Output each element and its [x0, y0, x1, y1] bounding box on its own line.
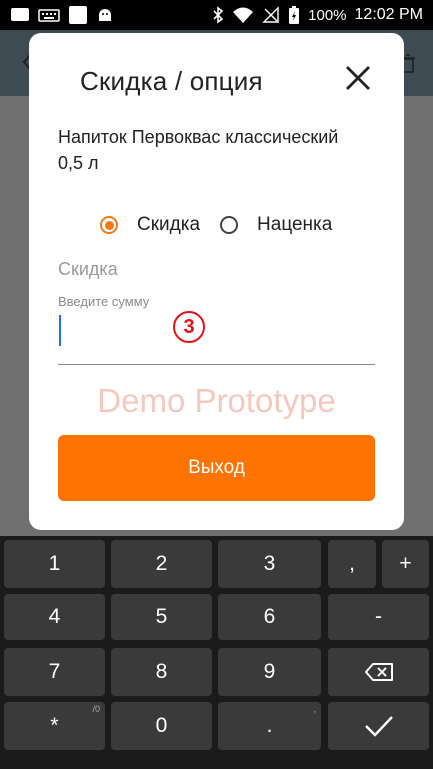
key-5[interactable]: 5 [111, 594, 212, 640]
radio-checked-icon [100, 216, 118, 234]
clock: 12:02 PM [354, 6, 423, 23]
text-caret [59, 315, 61, 346]
key-asterisk[interactable]: * /0 [4, 702, 105, 750]
exit-button[interactable]: Выход [58, 435, 375, 501]
amount-hint: Введите сумму [58, 294, 150, 309]
battery-percent: 100% [308, 6, 347, 24]
product-name: Напиток Первоквас классический 0,5 л [58, 127, 339, 173]
android-icon [99, 9, 111, 21]
key-asterisk-sublabel: /0 [92, 704, 100, 714]
status-bar: 100% 12:02 PM [0, 0, 433, 30]
key-6[interactable]: 6 [218, 594, 321, 640]
input-underline [58, 364, 375, 365]
key-minus[interactable]: - [328, 594, 429, 640]
close-button[interactable] [344, 64, 372, 92]
key-4[interactable]: 4 [4, 594, 105, 640]
key-3[interactable]: 3 [218, 540, 321, 588]
key-9[interactable]: 9 [218, 648, 321, 696]
radio-markup-label: Наценка [257, 214, 333, 235]
key-comma[interactable]: , [328, 540, 376, 588]
battery-charging-icon [289, 6, 300, 24]
amount-input[interactable] [58, 310, 375, 365]
key-1[interactable]: 1 [4, 540, 105, 588]
key-dot-sublabel: , [313, 704, 316, 714]
square-icon [69, 6, 87, 24]
radio-discount[interactable]: Скидка [100, 214, 200, 236]
key-asterisk-label: * [50, 714, 59, 737]
no-signal-icon [262, 6, 279, 23]
numeric-keypad: 1 2 3 , + 4 5 6 - 7 8 9 * /0 0 . , [0, 536, 433, 769]
checkmark-icon [364, 716, 393, 737]
keyboard-icon [38, 9, 60, 22]
radio-discount-label: Скидка [137, 214, 201, 235]
key-plus[interactable]: + [382, 540, 429, 588]
dialog-title: Скидка / опция [80, 66, 263, 96]
step-badge: 3 [173, 311, 205, 343]
key-enter[interactable] [328, 702, 429, 750]
key-2[interactable]: 2 [111, 540, 212, 588]
wifi-icon [233, 7, 254, 23]
key-dot-label: . [266, 714, 273, 737]
key-dot[interactable]: . , [218, 702, 321, 750]
section-label: Скидка [58, 259, 118, 279]
mode-radio-group: Скидка Наценка [100, 214, 352, 236]
radio-markup[interactable]: Наценка [220, 214, 332, 236]
status-left [10, 5, 114, 25]
backspace-icon [364, 663, 393, 681]
key-8[interactable]: 8 [111, 648, 212, 696]
watermark: Demo Prototype [97, 382, 336, 419]
key-7[interactable]: 7 [4, 648, 105, 696]
key-0[interactable]: 0 [111, 702, 212, 750]
close-icon [346, 66, 370, 90]
bluetooth-icon [213, 6, 224, 24]
key-backspace[interactable] [328, 648, 429, 696]
status-right: 100% 12:02 PM [212, 5, 423, 25]
message-icon [11, 8, 29, 21]
radio-unchecked-icon [220, 216, 239, 234]
